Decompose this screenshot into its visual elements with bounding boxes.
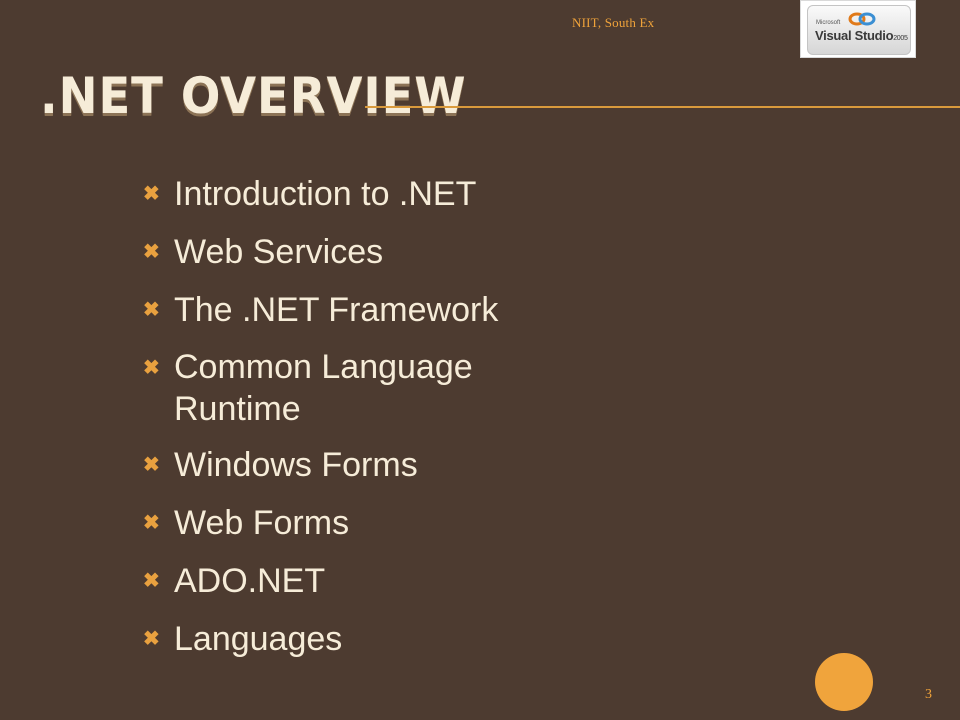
x-mark-icon: ✖ (143, 299, 160, 321)
bullet-item: ✖ Web Services (143, 230, 603, 275)
bullet-text: Web Forms (174, 504, 350, 542)
bullet-item: ✖ The .NET Framework (143, 288, 603, 333)
bullet-item: ✖ Windows Forms (143, 443, 603, 488)
logo-version: 2005 (893, 35, 908, 42)
header-note: NIIT, South Ex (572, 15, 655, 30)
bullet-item: ✖ Common Language Runtime (143, 346, 603, 430)
x-mark-icon: ✖ (143, 454, 160, 476)
bullet-text: ADO.NET (174, 562, 326, 600)
slide: NIIT, South Ex Microsoft Visual Studio20… (0, 0, 960, 720)
bullet-text: Windows Forms (174, 446, 418, 484)
infinity-logo-icon (848, 12, 876, 26)
bullet-item: ✖ Introduction to .NET (143, 172, 603, 217)
bullet-text: Introduction to .NET (174, 175, 477, 213)
bullet-text: The .NET Framework (174, 291, 499, 329)
bullet-list: ✖ Introduction to .NET ✖ Web Services ✖ … (143, 172, 603, 675)
logo-brand-small: Microsoft (816, 20, 841, 26)
bullet-text: Languages (174, 620, 343, 658)
x-mark-icon: ✖ (143, 628, 160, 650)
bullet-text: Common Language Runtime (174, 348, 473, 428)
x-mark-icon: ✖ (143, 183, 160, 205)
bullet-item: ✖ ADO.NET (143, 559, 603, 604)
logo-product-name: Visual Studio (815, 28, 894, 43)
x-mark-icon: ✖ (143, 570, 160, 592)
decorative-circle (815, 653, 873, 711)
x-mark-icon: ✖ (143, 512, 160, 534)
visual-studio-logo: Microsoft Visual Studio2005 (800, 0, 916, 58)
logo-badge: Microsoft Visual Studio2005 (807, 5, 911, 55)
logo-product: Visual Studio2005 (815, 28, 908, 43)
bullet-item: ✖ Web Forms (143, 501, 603, 546)
x-mark-icon: ✖ (143, 357, 160, 379)
x-mark-icon: ✖ (143, 241, 160, 263)
bullet-item: ✖ Languages (143, 617, 603, 662)
bullet-text: Web Services (174, 233, 384, 271)
slide-title: .NET OVERVIEW (40, 67, 467, 125)
page-number: 3 (925, 687, 932, 702)
title-underline (365, 106, 960, 108)
